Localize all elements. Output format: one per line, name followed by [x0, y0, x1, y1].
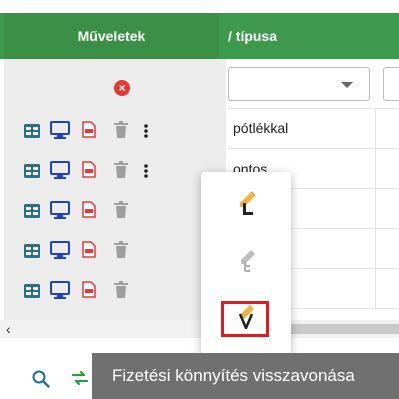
- table-icon[interactable]: [24, 124, 40, 138]
- column-divider: [375, 108, 376, 308]
- row-divider: [228, 148, 399, 149]
- pdf-icon[interactable]: [82, 201, 96, 218]
- trash-icon[interactable]: [114, 241, 128, 258]
- type-column-header[interactable]: / típusa: [228, 13, 277, 59]
- next-filter-input[interactable]: [383, 67, 399, 101]
- pdf-icon[interactable]: [82, 121, 96, 138]
- tooltip: Fizetési könnyítés visszavonása: [92, 353, 399, 399]
- chevron-down-icon: [341, 82, 353, 88]
- type-filter-select[interactable]: [228, 67, 370, 101]
- table-icon[interactable]: [24, 164, 40, 178]
- refresh-icon[interactable]: [70, 368, 90, 388]
- menu-item-edit[interactable]: [201, 178, 291, 228]
- action-row: [24, 241, 224, 261]
- monitor-icon[interactable]: [50, 121, 70, 139]
- row-actions-menu: [201, 172, 291, 354]
- type-cell: pótlékkal: [233, 120, 289, 136]
- table-icon[interactable]: [24, 204, 40, 218]
- horizontal-scrollbar[interactable]: ‹: [0, 320, 399, 338]
- table-icon[interactable]: [24, 244, 40, 258]
- trash-icon[interactable]: [114, 121, 128, 138]
- monitor-icon[interactable]: [50, 161, 70, 179]
- trash-icon[interactable]: [114, 281, 128, 298]
- monitor-icon[interactable]: [50, 281, 70, 299]
- row-divider: [228, 108, 399, 109]
- table-icon[interactable]: [24, 284, 40, 298]
- monitor-icon[interactable]: [50, 241, 70, 259]
- pdf-icon[interactable]: [82, 241, 96, 258]
- screen: Műveletek / típusa pótlékkal ontos kal k…: [0, 0, 399, 399]
- search-icon[interactable]: [32, 370, 50, 388]
- action-row: [24, 281, 224, 301]
- actions-column-header: Műveletek: [4, 13, 219, 59]
- pencil-edit-icon: [240, 191, 256, 215]
- pdf-icon[interactable]: [82, 161, 96, 178]
- chevron-left-icon[interactable]: ‹: [6, 320, 11, 338]
- highlight-box: [221, 301, 269, 337]
- menu-item-disabled[interactable]: [201, 234, 291, 284]
- pencil-disabled-icon: [241, 250, 255, 272]
- action-row: [24, 121, 224, 141]
- close-circle-icon[interactable]: ×: [114, 80, 130, 96]
- monitor-icon[interactable]: [50, 201, 70, 219]
- trash-icon[interactable]: [114, 161, 128, 178]
- pdf-icon[interactable]: [82, 281, 96, 298]
- trash-icon[interactable]: [114, 201, 128, 218]
- action-row: [24, 161, 224, 181]
- more-vert-icon[interactable]: [142, 123, 150, 139]
- more-vert-icon[interactable]: [142, 163, 150, 179]
- action-row: [24, 201, 224, 221]
